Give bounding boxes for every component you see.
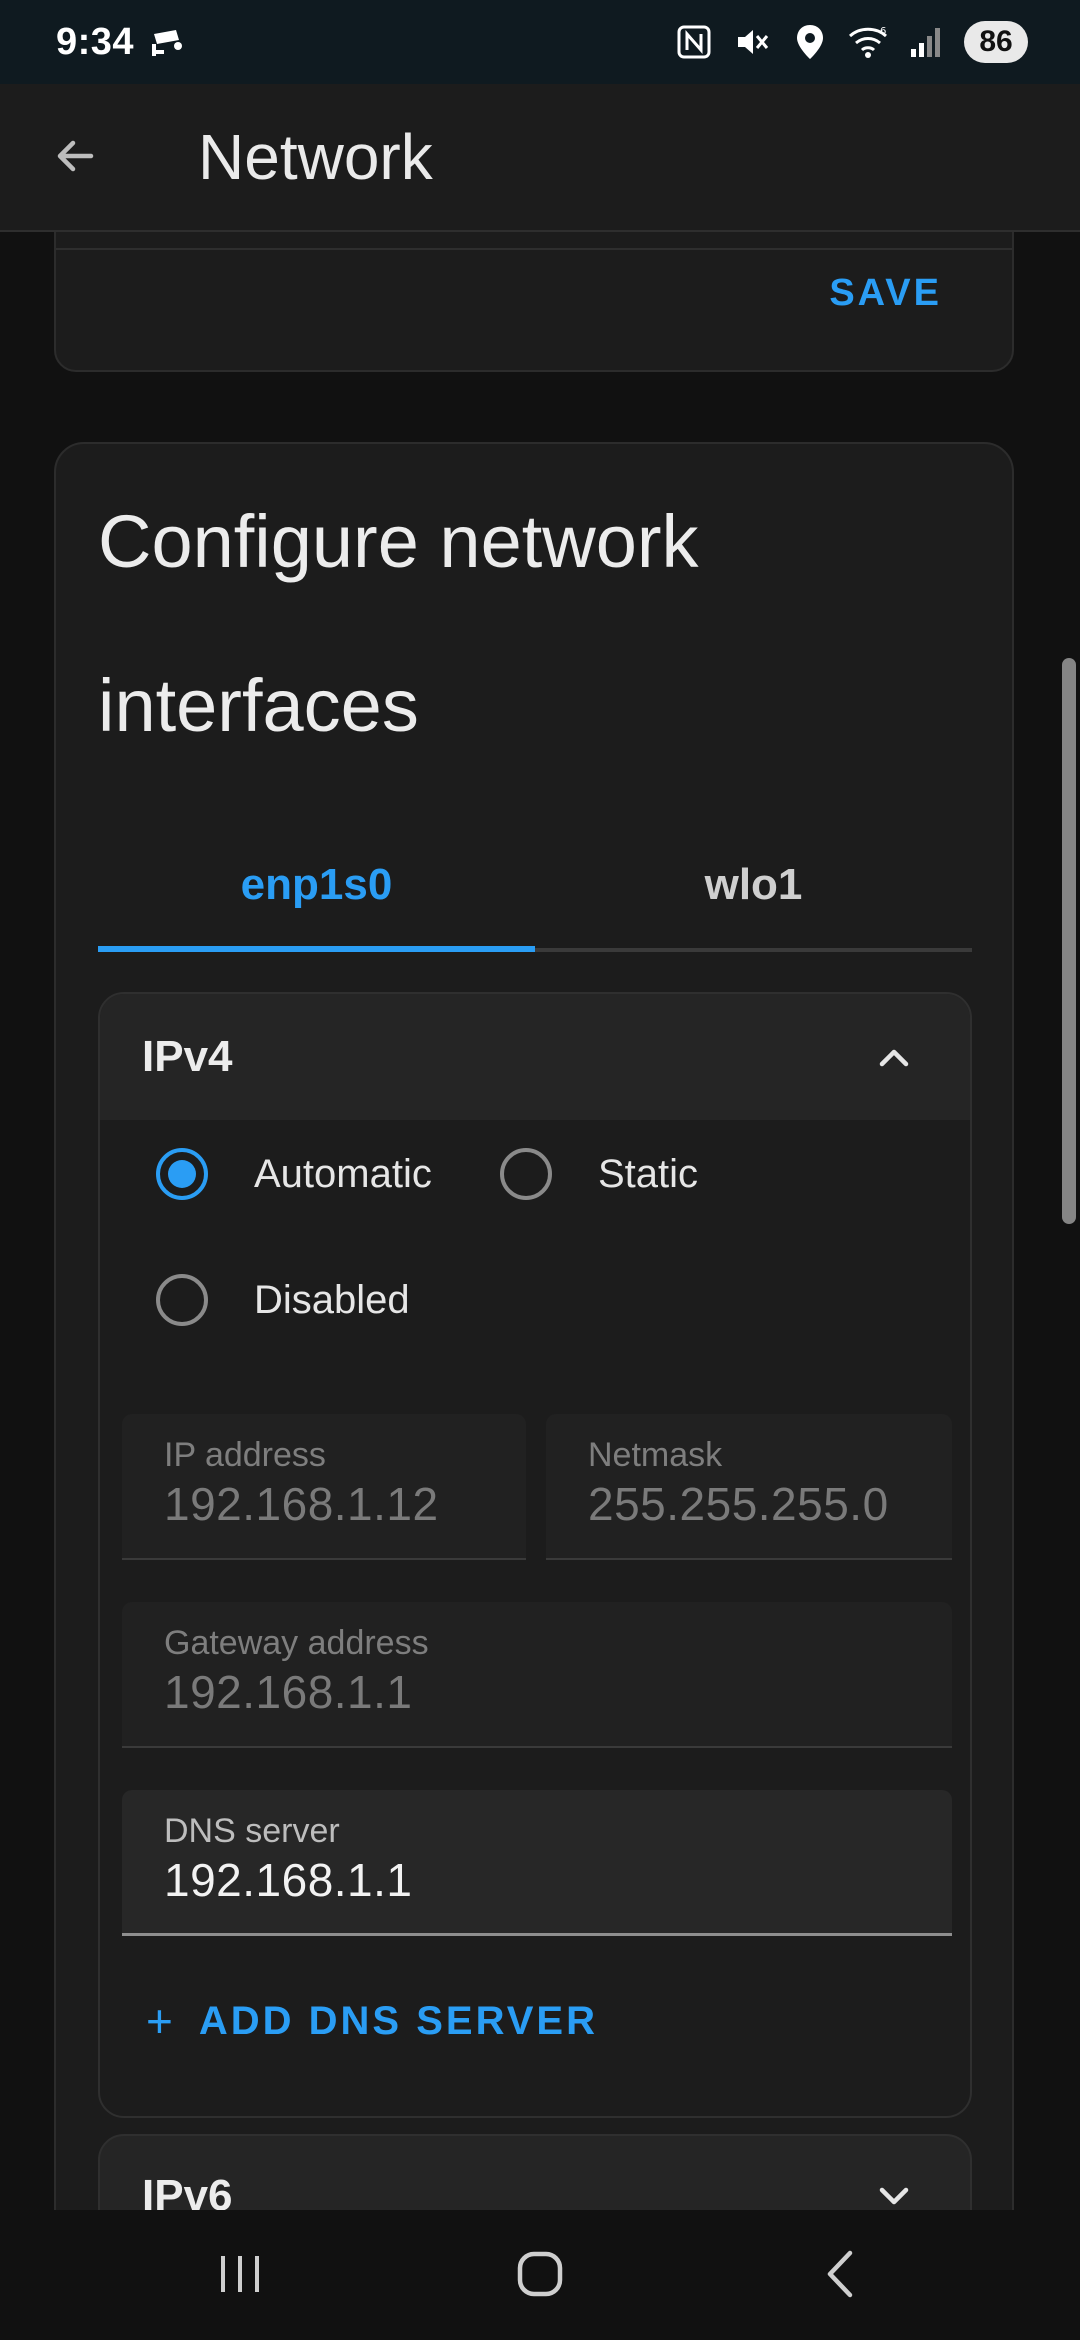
divider: [56, 248, 1012, 250]
status-bar: 9:34 6 86: [0, 0, 1080, 84]
plus-icon: +: [146, 1995, 173, 2047]
dns-server-field[interactable]: DNS server 192.168.1.1: [122, 1790, 952, 1936]
gateway-field: Gateway address 192.168.1.1: [122, 1602, 952, 1748]
radio-label: Disabled: [254, 1277, 410, 1322]
system-nav-bar: [0, 2210, 1080, 2340]
radio-automatic[interactable]: Automatic: [156, 1148, 432, 1200]
status-time: 9:34: [56, 20, 135, 63]
chevron-up-icon[interactable]: [864, 1027, 924, 1087]
top-card: SAVE: [54, 232, 1014, 372]
home-button[interactable]: [470, 2225, 610, 2325]
nfc-icon: [674, 22, 714, 62]
signal-icon: [906, 22, 946, 62]
battery-indicator: 86: [964, 21, 1028, 63]
chevron-down-icon[interactable]: [864, 2166, 924, 2210]
configure-interfaces-card: Configure network interfaces enp1s0 wlo1…: [54, 442, 1014, 2210]
app-bar: Network: [0, 84, 1080, 232]
ip-address-field: IP address 192.168.1.12: [122, 1414, 526, 1560]
radio-label: Automatic: [254, 1151, 432, 1196]
field-label: DNS server: [164, 1812, 340, 1850]
tab-enp1s0[interactable]: enp1s0: [98, 824, 535, 946]
add-dns-server-button[interactable]: + ADD DNS SERVER: [146, 1994, 598, 2048]
ipv6-section: IPv6: [98, 2134, 972, 2210]
ipv4-header[interactable]: IPv4: [100, 994, 970, 1120]
field-value[interactable]: 192.168.1.1: [164, 1853, 910, 1907]
field-label: IP address: [164, 1436, 326, 1474]
field-label: Gateway address: [164, 1624, 429, 1662]
wifi-6-icon: 6: [848, 22, 888, 62]
field-value: 192.168.1.12: [164, 1478, 439, 1530]
status-bar-right: 6 86: [674, 21, 1028, 63]
ipv6-title: IPv6: [142, 2171, 233, 2210]
ipv4-title: IPv4: [142, 1032, 233, 1081]
system-back-button[interactable]: [770, 2225, 910, 2325]
mute-icon: [732, 22, 772, 62]
radio-disabled[interactable]: Disabled: [156, 1274, 410, 1326]
svg-text:6: 6: [880, 26, 886, 37]
location-icon: [790, 22, 830, 62]
card-title: Configure network interfaces: [98, 500, 699, 747]
radio-static[interactable]: Static: [500, 1148, 698, 1200]
scrollbar[interactable]: [1062, 658, 1076, 1224]
save-button[interactable]: SAVE: [829, 272, 942, 315]
scroll-content[interactable]: SAVE Configure network interfaces enp1s0…: [0, 232, 1080, 2210]
ipv6-header[interactable]: IPv6: [100, 2136, 970, 2210]
arrow-left-icon: [51, 132, 99, 183]
interface-tabs: enp1s0 wlo1: [98, 824, 972, 954]
back-button[interactable]: [0, 83, 150, 231]
cctv-icon: [148, 22, 188, 62]
page-title: Network: [198, 121, 433, 193]
home-icon: [515, 2249, 565, 2302]
radio-label: Static: [598, 1151, 699, 1196]
add-dns-label: ADD DNS SERVER: [198, 1998, 598, 2043]
radio-button-checked[interactable]: [156, 1148, 208, 1200]
radio-button[interactable]: [500, 1148, 552, 1200]
chevron-left-icon: [820, 2249, 860, 2302]
field-value: 192.168.1.1: [164, 1666, 413, 1718]
tab-wlo1[interactable]: wlo1: [535, 824, 972, 946]
recents-icon: [215, 2252, 265, 2299]
recent-apps-button[interactable]: [170, 2225, 310, 2325]
radio-button[interactable]: [156, 1274, 208, 1326]
field-value: 255.255.255.0: [588, 1478, 889, 1530]
tab-indicator: [98, 946, 535, 952]
field-label: Netmask: [588, 1436, 723, 1474]
screen: 9:34 6 86 Network SAVE Configure network…: [0, 0, 1080, 2340]
netmask-field: Netmask 255.255.255.0: [546, 1414, 952, 1560]
status-bar-left: 9:34: [56, 21, 188, 64]
ipv4-section: IPv4 Automatic Static Disabled IP addres…: [98, 992, 972, 2118]
